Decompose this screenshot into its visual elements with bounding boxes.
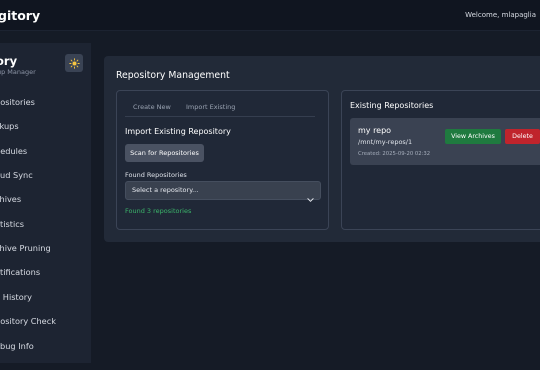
found-count-status: Found 3 repositories [125, 207, 192, 215]
delete-repository-button[interactable]: Delete [505, 129, 540, 144]
sidebar-item-cloud-sync[interactable]: oud Sync [0, 166, 91, 184]
repository-select[interactable]: Select a repository... [125, 181, 321, 202]
sun-icon [68, 54, 80, 73]
repository-select-value: Select a repository... [132, 186, 199, 194]
existing-repositories-panel: Existing Repositories my repo /mnt/my-re… [341, 90, 540, 230]
existing-repositories-title: Existing Repositories [350, 101, 434, 110]
scan-repositories-button[interactable]: Scan for Repositories [125, 144, 204, 162]
sidebar-item-backups[interactable]: ckups [0, 117, 91, 135]
repository-name: my repo [358, 126, 392, 135]
repository-card: my repo /mnt/my-repos/1 Created: 2025-09… [350, 118, 540, 165]
sidebar-item-repositories[interactable]: positories [0, 93, 91, 111]
sidebar-item-job-history[interactable]: b History [0, 288, 91, 306]
welcome-text: Welcome, mlapaglia [465, 11, 536, 19]
tab-bar: Create New Import Existing [125, 101, 315, 117]
theme-toggle-button[interactable] [65, 54, 83, 72]
sidebar-item-archives[interactable]: chives [0, 190, 91, 208]
import-panel: Create New Import Existing Import Existi… [116, 90, 329, 230]
sidebar-item-repository-check[interactable]: pository Check [0, 312, 91, 330]
sidebar-item-notifications[interactable]: otifications [0, 263, 91, 281]
import-section-title: Import Existing Repository [125, 127, 231, 136]
sidebar-item-debug-info[interactable]: ebug Info [0, 337, 91, 355]
sidebar-item-archive-pruning[interactable]: chive Pruning [0, 239, 91, 257]
app-brand[interactable]: gitory [0, 8, 40, 23]
sidebar-item-schedules[interactable]: hedules [0, 142, 91, 160]
tab-create-new[interactable]: Create New [133, 103, 171, 111]
repository-created: Created: 2025-09-20 02:32 [358, 151, 431, 157]
view-archives-button[interactable]: View Archives [445, 129, 501, 144]
sidebar-subtitle: up Manager [0, 68, 36, 76]
top-bar: gitory Welcome, mlapaglia [0, 0, 540, 31]
chevron-down-icon [307, 188, 314, 207]
tab-import-existing[interactable]: Import Existing [186, 103, 235, 111]
page-title: Repository Management [116, 70, 230, 81]
sidebar: ory up Manager positories ckups hedules … [0, 43, 91, 363]
repository-path: /mnt/my-repos/1 [358, 138, 413, 146]
found-repositories-label: Found Repositories [125, 171, 187, 179]
sidebar-item-statistics[interactable]: atistics [0, 215, 91, 233]
sidebar-title: ory [0, 54, 18, 68]
repository-management-card: Repository Management Create New Import … [104, 56, 540, 242]
